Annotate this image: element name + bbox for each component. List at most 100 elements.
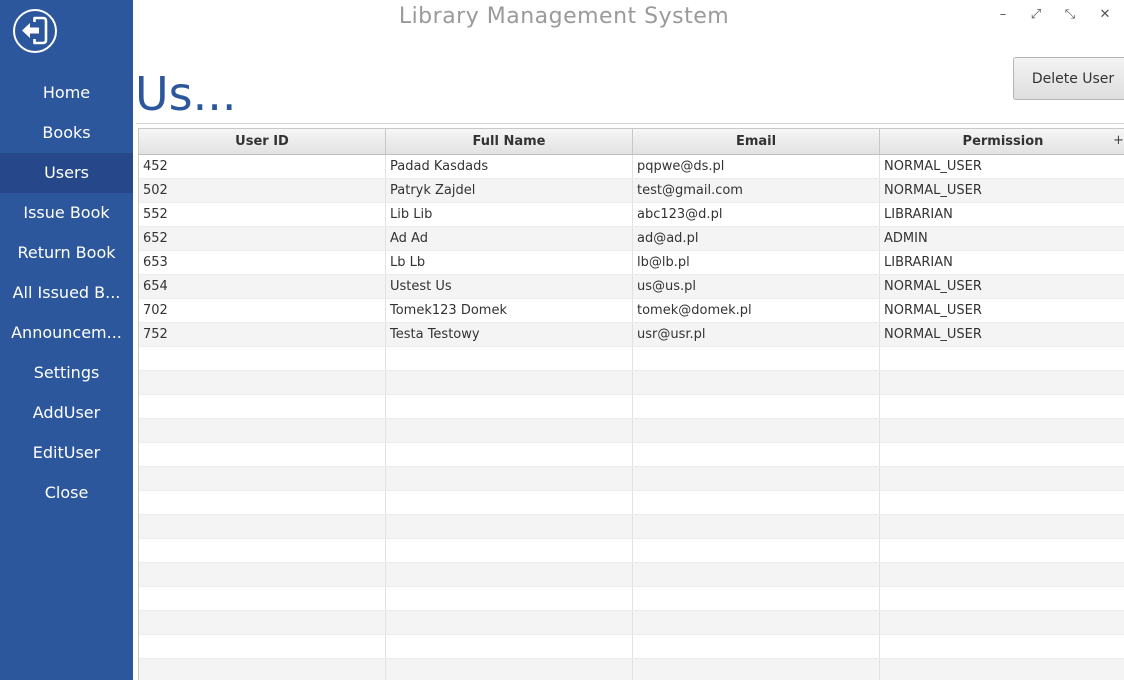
back-arrow-icon (22, 16, 48, 45)
back-button[interactable] (13, 9, 57, 53)
table-cell (880, 347, 1124, 370)
table-cell (880, 659, 1124, 680)
table-cell (880, 395, 1124, 418)
table-row[interactable]: 654 Ustest Us us@us.pl NORMAL_USER (139, 275, 1124, 299)
empty-table-row (139, 539, 1124, 563)
table-cell (633, 491, 880, 514)
table-cell (633, 515, 880, 538)
delete-user-button[interactable]: Delete User (1013, 57, 1124, 100)
table-cell (386, 491, 633, 514)
column-header-permission[interactable]: Permission (880, 129, 1124, 154)
table-cell: ad@ad.pl (633, 227, 880, 250)
table-cell: 653 (139, 251, 386, 274)
table-row[interactable]: 452 Padad Kasdads pqpwe@ds.pl NORMAL_USER (139, 155, 1124, 179)
table-cell (386, 611, 633, 634)
empty-table-row (139, 443, 1124, 467)
empty-table-row (139, 587, 1124, 611)
table-cell (139, 515, 386, 538)
table-cell (139, 635, 386, 658)
table-cell (386, 371, 633, 394)
table-cell (139, 347, 386, 370)
table-cell (633, 395, 880, 418)
table-row[interactable]: 702 Tomek123 Domek tomek@domek.pl NORMAL_US… (139, 299, 1124, 323)
minimize-icon[interactable]: – (992, 4, 1014, 26)
column-menu-button[interactable]: + (1113, 129, 1124, 155)
table-row[interactable]: 652 Ad Ad ad@ad.pl ADMIN (139, 227, 1124, 251)
table-cell (139, 443, 386, 466)
table-cell (633, 611, 880, 634)
table-cell: tomek@domek.pl (633, 299, 880, 322)
empty-table-row (139, 467, 1124, 491)
table-cell: Ustest Us (386, 275, 633, 298)
sidebar-item-adduser[interactable]: AddUser (0, 393, 133, 433)
table-cell (386, 347, 633, 370)
main-content: Library Management System – ⤢ ⤡ ✕ Us... Del… (133, 0, 1124, 680)
table-cell (139, 611, 386, 634)
column-header-email[interactable]: Email (633, 129, 880, 154)
sidebar-item-announcem[interactable]: Announcem... (0, 313, 133, 353)
sidebar-item-close[interactable]: Close (0, 473, 133, 513)
fullscreen-icon[interactable]: ⤡ (1059, 4, 1081, 26)
table-cell: Tomek123 Domek (386, 299, 633, 322)
table-cell: Ad Ad (386, 227, 633, 250)
table-cell (880, 539, 1124, 562)
table-cell: Lib Lib (386, 203, 633, 226)
table-cell: 702 (139, 299, 386, 322)
empty-table-row (139, 563, 1124, 587)
table-cell (139, 539, 386, 562)
column-header-full-name[interactable]: Full Name (386, 129, 633, 154)
table-cell (880, 443, 1124, 466)
table-cell: 452 (139, 155, 386, 178)
table-cell (880, 515, 1124, 538)
table-row[interactable]: 752 Testa Testowy usr@usr.pl NORMAL_USER (139, 323, 1124, 347)
empty-table-row (139, 659, 1124, 680)
table-row[interactable]: 552 Lib Lib abc123@d.pl LIBRARIAN (139, 203, 1124, 227)
users-table[interactable]: User ID Full Name Email Permission + 452 Pada… (138, 128, 1124, 680)
divider (136, 123, 1124, 124)
empty-table-row (139, 611, 1124, 635)
restore-icon[interactable]: ⤢ (1025, 4, 1047, 26)
table-cell (633, 539, 880, 562)
table-cell: NORMAL_USER (880, 179, 1124, 202)
sidebar-item-users[interactable]: Users (0, 153, 133, 193)
table-cell: Testa Testowy (386, 323, 633, 346)
close-icon[interactable]: ✕ (1094, 4, 1116, 26)
sidebar-item-return-book[interactable]: Return Book (0, 233, 133, 273)
sidebar-item-home[interactable]: Home (0, 73, 133, 113)
empty-table-row (139, 395, 1124, 419)
table-cell (386, 587, 633, 610)
empty-table-row (139, 347, 1124, 371)
table-cell (880, 371, 1124, 394)
table-cell: 552 (139, 203, 386, 226)
sidebar-item-issue-book[interactable]: Issue Book (0, 193, 133, 233)
empty-table-row (139, 515, 1124, 539)
empty-table-row (139, 371, 1124, 395)
table-cell (139, 419, 386, 442)
app-title: Library Management System (398, 4, 730, 29)
sidebar-item-edituser[interactable]: EditUser (0, 433, 133, 473)
table-cell (633, 347, 880, 370)
sidebar-item-all-issued-b[interactable]: All Issued B... (0, 273, 133, 313)
table-cell: Lb Lb (386, 251, 633, 274)
table-header: User ID Full Name Email Permission + (139, 129, 1124, 155)
table-cell: 502 (139, 179, 386, 202)
table-cell (880, 635, 1124, 658)
table-row[interactable]: 653 Lb Lb lb@lb.pl LIBRARIAN (139, 251, 1124, 275)
table-row[interactable]: 502 Patryk Zajdel test@gmail.com NORMAL_USE… (139, 179, 1124, 203)
table-cell: Padad Kasdads (386, 155, 633, 178)
sidebar-item-settings[interactable]: Settings (0, 353, 133, 393)
column-header-user-id[interactable]: User ID (139, 129, 386, 154)
table-cell (386, 563, 633, 586)
table-cell (880, 467, 1124, 490)
table-cell: test@gmail.com (633, 179, 880, 202)
empty-table-row (139, 635, 1124, 659)
sidebar-item-books[interactable]: Books (0, 113, 133, 153)
table-cell (139, 659, 386, 680)
table-cell (386, 515, 633, 538)
table-cell: ADMIN (880, 227, 1124, 250)
table-cell: 654 (139, 275, 386, 298)
table-cell (633, 563, 880, 586)
table-cell (386, 659, 633, 680)
table-cell (139, 395, 386, 418)
table-cell (880, 419, 1124, 442)
